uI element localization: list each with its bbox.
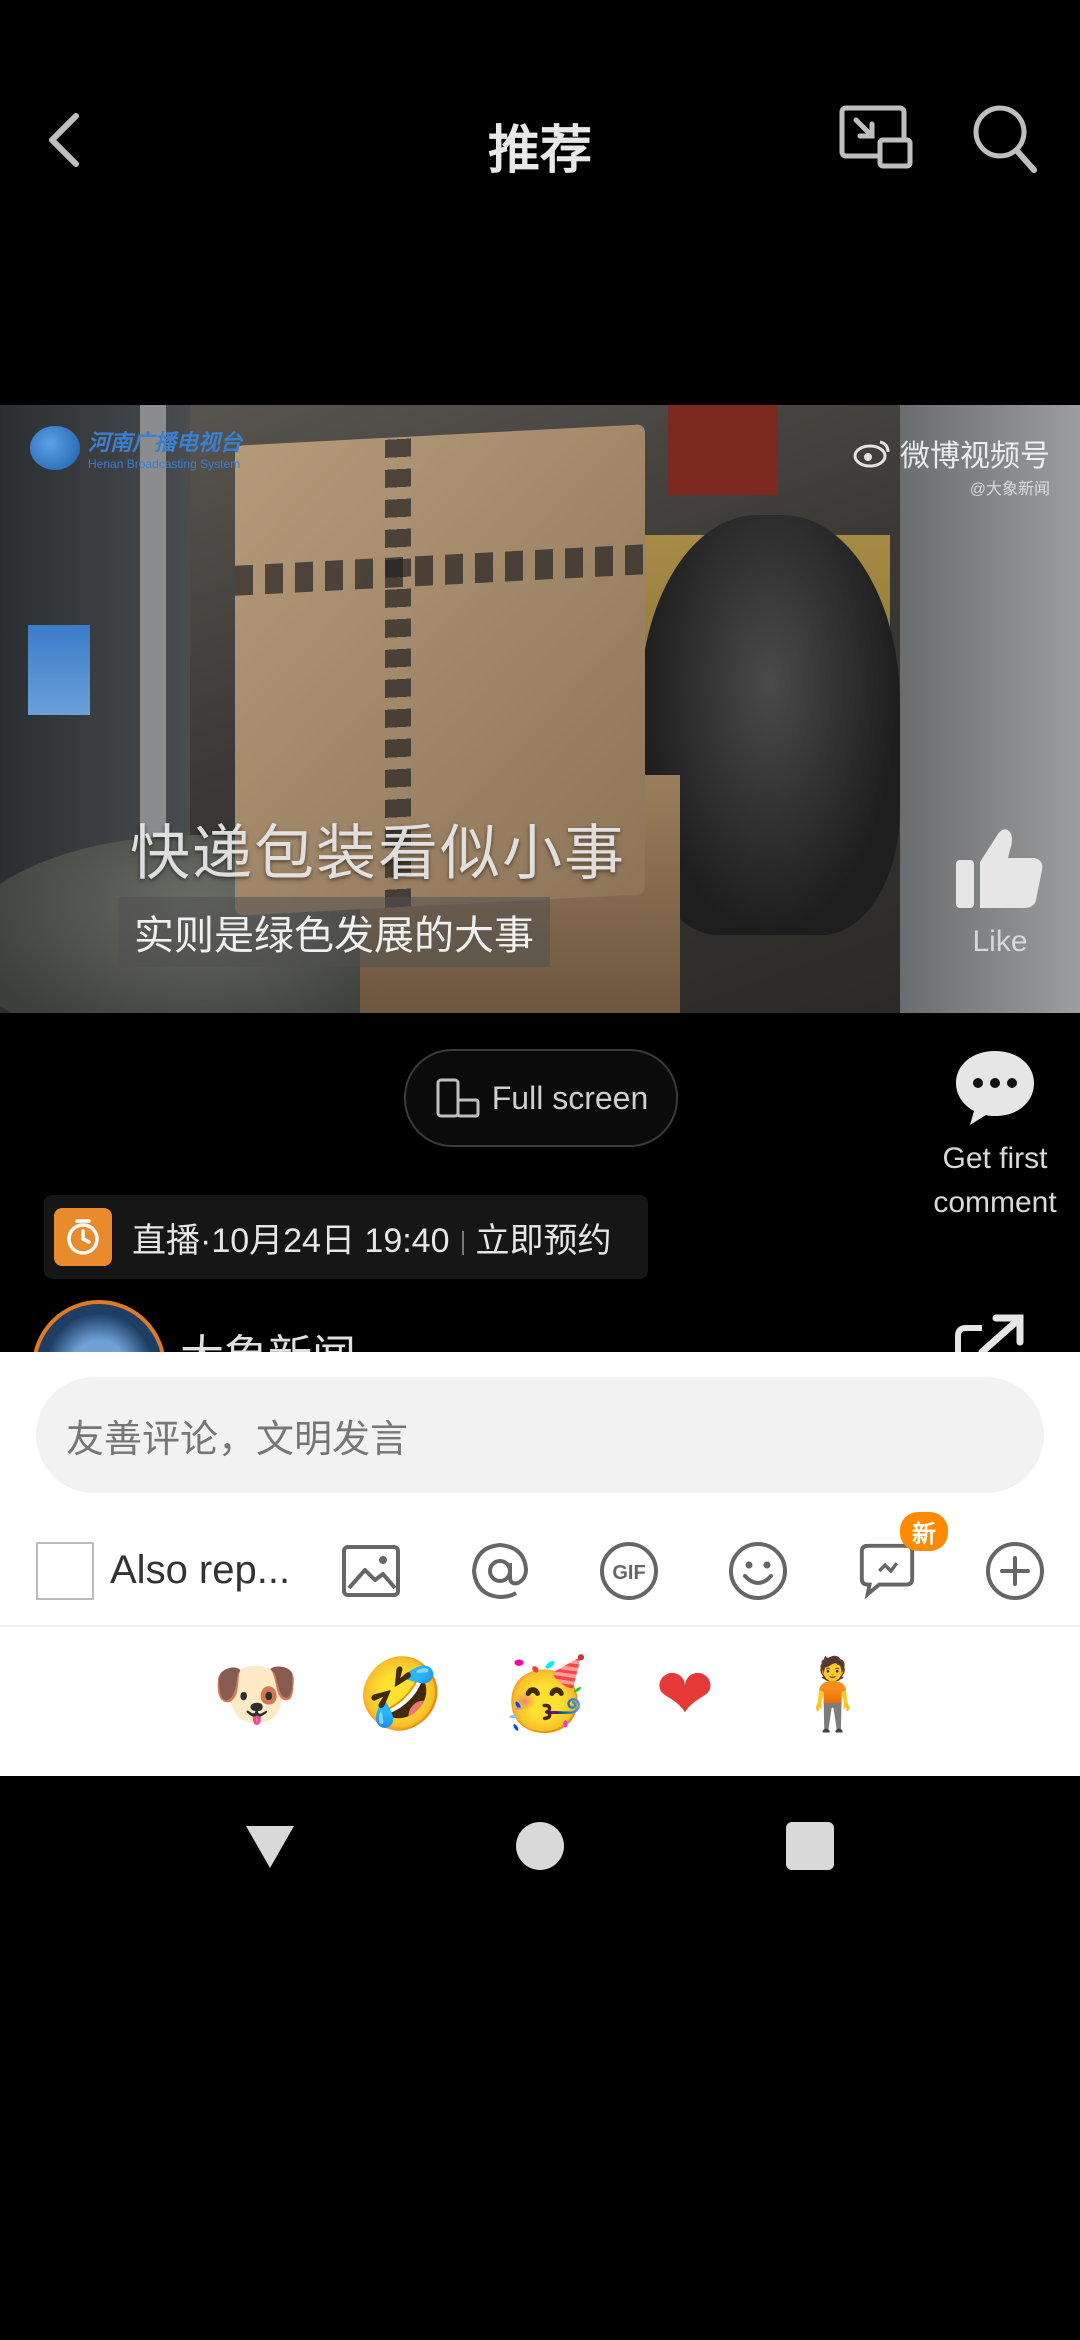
system-navigation-bar	[0, 1776, 1080, 1916]
top-bar: 推荐	[0, 0, 1080, 280]
chat-bubble-icon	[859, 1543, 915, 1600]
insert-image-button[interactable]	[340, 1540, 402, 1602]
nav-home-circle-icon[interactable]	[516, 1822, 564, 1870]
comment-button[interactable]: Get first comment	[920, 1045, 1070, 1222]
fullscreen-label: Full screen	[491, 1079, 649, 1116]
quick-emoji-bar: 😭 🐶 🤣 🥳 ❤ 🧍 😂	[0, 1632, 1080, 1772]
gif-button[interactable]: GIF	[598, 1540, 660, 1602]
watermark-right-subtext: @大象新闻	[969, 481, 1050, 498]
sheet-divider	[0, 1625, 1080, 1627]
author-row: 大象新闻	[0, 1300, 1080, 1352]
doge-emoji[interactable]: 🐶	[212, 1654, 299, 1734]
watermark-right-text: 微博视频号	[900, 440, 1050, 473]
video-caption-line1: 快递包装看似小事	[130, 819, 626, 889]
henan-tv-logo-icon	[30, 426, 80, 470]
reserve-now-link[interactable]: 立即预约	[476, 1222, 612, 1260]
also-repost-label[interactable]: Also rep...	[110, 1548, 290, 1593]
search-button[interactable]	[970, 100, 1040, 176]
watermark-left-text: 河南广播电视台	[88, 430, 243, 456]
watermark-left-subtext: Henan Broadcasting System	[88, 457, 241, 471]
page-title: 推荐	[487, 122, 592, 180]
thumbs-up-icon	[956, 829, 1043, 908]
crying-emoji[interactable]: 😭	[68, 1654, 150, 1734]
weibo-logo-icon	[853, 440, 890, 468]
image-icon	[342, 1545, 400, 1597]
plus-circle-icon	[986, 1542, 1044, 1600]
share-icon[interactable]	[952, 1312, 1028, 1352]
video-scene-sign	[668, 405, 778, 495]
live-schedule-text: 直播·10月24日 19:40	[132, 1221, 450, 1260]
like-button[interactable]: Like	[935, 820, 1065, 970]
watermark-weibo: 微博视频号 @大象新闻	[852, 431, 1050, 499]
cheering-emoji[interactable]: 🥳	[501, 1654, 588, 1734]
new-badge: 新	[900, 1512, 948, 1551]
super-comment-button[interactable]	[856, 1540, 918, 1602]
compose-toolbar: Also rep... GIF 新	[0, 1512, 1080, 1620]
nav-back-triangle-icon[interactable]	[242, 1818, 298, 1874]
also-repost-checkbox[interactable]	[36, 1542, 94, 1600]
svg-text:GIF: GIF	[612, 1562, 645, 1584]
live-separator	[461, 1230, 464, 1255]
author-avatar[interactable]	[32, 1300, 166, 1352]
hugging-person-emoji[interactable]: 🧍	[789, 1654, 876, 1734]
author-name[interactable]: 大象新闻	[180, 1320, 356, 1352]
comment-label-line2: comment	[933, 1186, 1057, 1219]
video-player[interactable]: 河南广播电视台 Henan Broadcasting System 微博视频号 …	[0, 405, 1080, 1013]
alarm-clock-icon	[54, 1208, 112, 1266]
video-caption-line2: 实则是绿色发展的大事	[118, 897, 550, 967]
fullscreen-button[interactable]: Full screen	[404, 1049, 678, 1147]
search-icon	[973, 105, 1037, 173]
like-label: Like	[972, 925, 1028, 958]
emoji-button[interactable]	[727, 1540, 789, 1602]
red-heart-emoji[interactable]: ❤	[645, 1654, 725, 1734]
watermark-henan: 河南广播电视台 Henan Broadcasting System	[30, 425, 242, 471]
nav-recents-square-icon[interactable]	[786, 1822, 834, 1870]
comment-compose-sheet: 友善评论，文明发言 Also rep... GIF 新 😭 🐶 🤣 🥳 ❤ 🧍	[0, 1352, 1080, 1776]
emoji-face-icon	[729, 1542, 787, 1600]
comment-label-line1: Get first	[942, 1142, 1048, 1175]
rolling-laughing-emoji[interactable]: 🤣	[357, 1654, 444, 1734]
gif-icon: GIF	[600, 1542, 658, 1600]
comment-input[interactable]: 友善评论，文明发言	[36, 1377, 1044, 1493]
mention-button[interactable]	[469, 1540, 531, 1602]
phone-rotate-icon	[436, 1078, 480, 1118]
picture-in-picture-button[interactable]	[838, 102, 914, 172]
at-mention-icon	[471, 1542, 529, 1600]
comment-bubble-icon	[956, 1051, 1034, 1125]
tears-of-joy-emoji[interactable]: 😂	[933, 1654, 1015, 1734]
video-scene-poster	[28, 625, 90, 715]
more-button[interactable]	[984, 1540, 1046, 1602]
live-reservation-bar[interactable]: 直播·10月24日 19:40 立即预约	[44, 1195, 648, 1279]
picture-in-picture-icon	[839, 105, 913, 169]
